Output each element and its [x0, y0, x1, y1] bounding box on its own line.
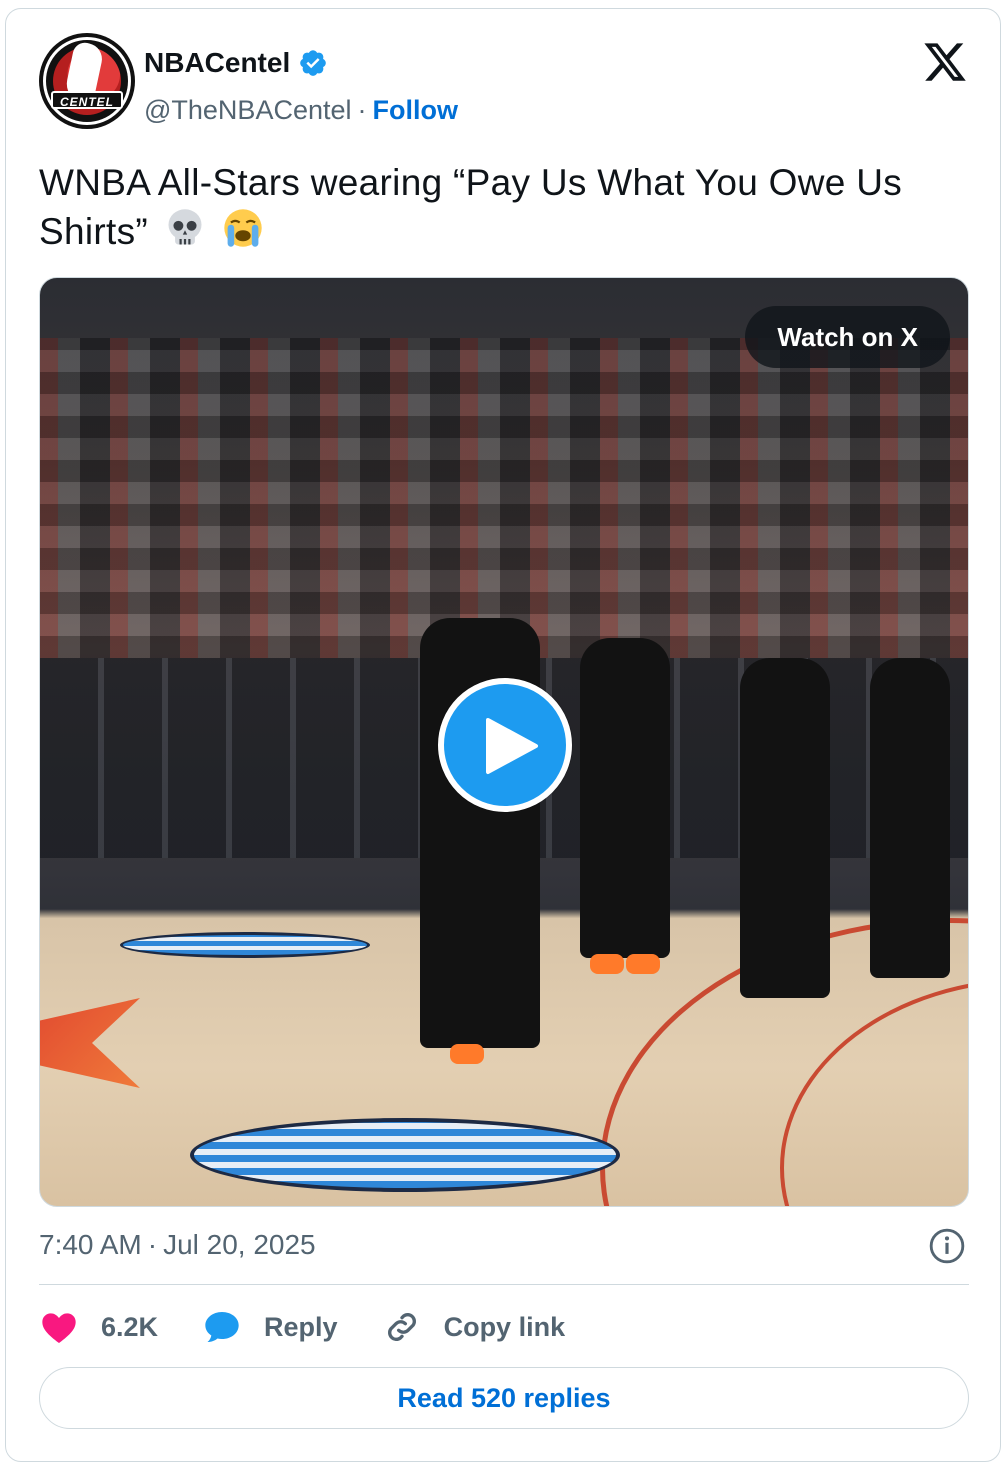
player-figure [740, 658, 830, 998]
read-replies-button[interactable]: Read 520 replies [39, 1367, 969, 1429]
timestamp[interactable]: 7:40 AM · Jul 20, 2025 [39, 1229, 316, 1261]
court-star-graphic [40, 998, 140, 1088]
separator-dot: · [147, 1229, 158, 1260]
link-icon [387, 1313, 416, 1341]
play-icon [486, 718, 538, 774]
tweet-text: WNBA All-Stars wearing “Pay Us What You … [39, 159, 969, 255]
watch-on-x-button[interactable]: Watch on X [745, 306, 950, 368]
reply-bubble-icon [205, 1312, 239, 1342]
separator-dot: · [357, 95, 367, 125]
player-figure [580, 638, 670, 974]
divider [39, 1284, 969, 1285]
reply-button[interactable]: Reply [202, 1307, 338, 1347]
info-icon[interactable] [928, 1227, 966, 1265]
tweet-time: 7:40 AM [39, 1229, 142, 1260]
verified-badge-icon [300, 50, 327, 76]
skull-emoji [168, 209, 202, 245]
like-count: 6.2K [101, 1311, 159, 1342]
follow-button[interactable]: Follow [373, 95, 458, 126]
avatar[interactable]: CENTEL [39, 33, 135, 129]
heart-icon [42, 1313, 76, 1343]
player-figure [870, 658, 950, 978]
crowd-stands [40, 338, 968, 658]
copy-link-label: Copy link [443, 1311, 566, 1342]
court-logo-far [120, 932, 370, 958]
x-logo-icon[interactable] [922, 39, 968, 85]
reply-label: Reply [264, 1311, 338, 1342]
video-media[interactable]: Watch on X [39, 277, 969, 1207]
action-bar: 6.2K Reply Copy link [39, 1305, 609, 1349]
play-button[interactable] [438, 678, 572, 812]
avatar-logo-text: CENTEL [51, 91, 123, 109]
like-button[interactable]: 6.2K [39, 1307, 158, 1347]
handle-row: @TheNBACentel · Follow [144, 95, 458, 126]
author-handle[interactable]: @TheNBACentel [144, 95, 352, 126]
display-name[interactable]: NBACentel [144, 47, 290, 79]
author-name-row: NBACentel [144, 47, 328, 79]
copy-link-button[interactable]: Copy link [382, 1307, 566, 1347]
tweet-date: Jul 20, 2025 [163, 1229, 316, 1260]
court-logo [190, 1118, 620, 1192]
tweet-card: CENTEL NBACentel @TheNBACentel · Follow … [5, 8, 1001, 1462]
loudly-crying-face-emoji [224, 209, 262, 247]
